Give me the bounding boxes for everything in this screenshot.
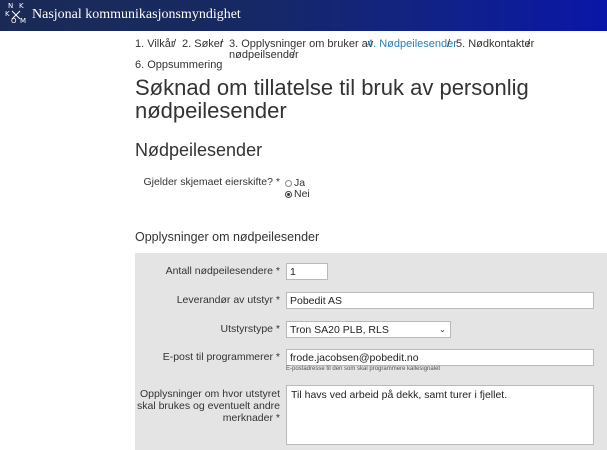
page-title: Søknad om tillatelse til bruk av personl… bbox=[135, 75, 529, 123]
subsection-title: Opplysninger om nødpeilesender bbox=[135, 230, 320, 244]
breadcrumb-separator: / bbox=[447, 38, 451, 50]
radio-nei-label[interactable]: Nei bbox=[294, 188, 310, 200]
radio-nei[interactable] bbox=[285, 190, 292, 198]
count-label: Antall nødpeilesendere * bbox=[165, 265, 280, 277]
supplier-input[interactable] bbox=[286, 292, 594, 309]
usage-label: Opplysninger om hvor utstyret skal bruke… bbox=[136, 388, 280, 424]
usage-textarea[interactable]: Til havs ved arbeid på dekk, samt turer … bbox=[286, 385, 594, 445]
breadcrumb-step-2[interactable]: 2. Søker bbox=[182, 38, 224, 50]
breadcrumb-step-3-cont[interactable]: nødpeilsender bbox=[229, 49, 299, 61]
supplier-label: Leverandør av utstyr * bbox=[176, 294, 280, 306]
breadcrumb-step-5[interactable]: 5. Nødkontakter bbox=[456, 38, 534, 50]
email-input[interactable] bbox=[286, 349, 594, 366]
breadcrumb-separator: / bbox=[292, 49, 296, 61]
top-bar: N K K O M Nasjonal kommunikasjonsmyndigh… bbox=[0, 0, 607, 31]
logo-mark-icon bbox=[11, 10, 21, 20]
breadcrumb-separator: / bbox=[527, 38, 531, 50]
site-title[interactable]: Nasjonal kommunikasjonsmyndighet bbox=[32, 7, 241, 23]
count-input[interactable] bbox=[286, 263, 328, 280]
email-label: E-post til programmerer * bbox=[162, 351, 280, 363]
breadcrumb-step-4[interactable]: 4. Nødpeilesender bbox=[367, 38, 457, 50]
radio-ja[interactable] bbox=[285, 179, 292, 187]
radio-option-nei[interactable]: Nei bbox=[285, 188, 310, 200]
nkom-logo[interactable]: N K K O M bbox=[5, 3, 27, 27]
breadcrumb-separator: / bbox=[220, 38, 224, 50]
section-title: Nødpeilesender bbox=[135, 140, 263, 160]
type-select[interactable]: Tron SA20 PLB, RLS ⌄ bbox=[286, 321, 451, 338]
ownership-question-label: Gjelder skjemaet eierskifte? * bbox=[143, 176, 280, 188]
breadcrumb-step-1[interactable]: 1. Vilkår bbox=[135, 38, 175, 50]
breadcrumb-step-6[interactable]: 6. Oppsummering bbox=[135, 59, 222, 71]
breadcrumb-separator: / bbox=[173, 38, 177, 50]
chevron-down-icon: ⌄ bbox=[439, 325, 446, 334]
type-label: Utstyrstype * bbox=[220, 323, 280, 335]
email-hint: E-postadresse til den som skal programme… bbox=[286, 366, 441, 372]
type-select-value: Tron SA20 PLB, RLS bbox=[290, 324, 389, 336]
